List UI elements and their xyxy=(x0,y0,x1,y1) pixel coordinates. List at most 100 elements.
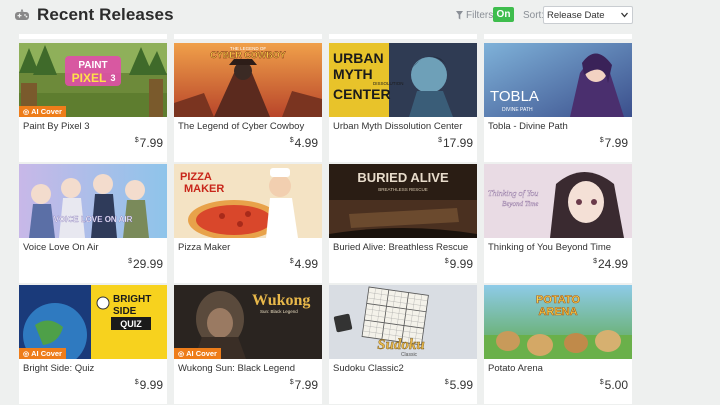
cover-text: Classic xyxy=(401,352,418,358)
game-cover: Thinking of You Beyond Time xyxy=(484,164,632,238)
game-title: Potato Arena xyxy=(488,363,543,374)
cover-text: PAINT xyxy=(78,60,107,71)
cover-text: QUIZ xyxy=(120,319,142,329)
game-price: $7.99 xyxy=(600,136,628,150)
game-price: $5.00 xyxy=(600,378,628,392)
cover-art-voice-love: VOICE LOVE ON AIR xyxy=(19,164,167,238)
game-cover: VOICE LOVE ON AIR xyxy=(19,164,167,238)
chevron-down-icon xyxy=(621,12,628,18)
game-price: $9.99 xyxy=(445,257,473,271)
filters-label-group[interactable]: Filters: xyxy=(456,7,496,23)
game-card[interactable]: PIZZA MAKER Pizza Maker $4.99 xyxy=(174,164,322,283)
game-price: $4.99 xyxy=(290,136,318,150)
cover-text: PIZZA xyxy=(180,171,212,183)
price-value: 24.99 xyxy=(597,257,628,271)
currency-symbol: $ xyxy=(599,379,604,386)
currency-symbol: $ xyxy=(134,379,139,386)
filters-toggle[interactable]: On xyxy=(493,7,514,22)
game-price: $5.99 xyxy=(445,378,473,392)
game-card[interactable]: BURIED ALIVE BREATHLESS RESCUE Buried Al… xyxy=(329,164,477,283)
sort-selected-value: Release Date xyxy=(547,10,605,21)
game-title: Tobla - Divine Path xyxy=(488,121,568,132)
game-price: $24.99 xyxy=(593,257,628,271)
price-value: 9.99 xyxy=(449,257,473,271)
price-value: 7.99 xyxy=(139,136,163,150)
filter-icon xyxy=(456,10,463,19)
filters-label: Filters: xyxy=(466,9,496,21)
game-card[interactable]: Thinking of You Beyond Time Thinking of … xyxy=(484,164,632,283)
game-cover: TOBLA DIVINE PATH xyxy=(484,43,632,117)
sort-select[interactable]: Release Date xyxy=(543,6,633,24)
sort-label: Sort: xyxy=(523,10,545,21)
game-title: Voice Love On Air xyxy=(23,242,99,253)
cover-text: TOBLA xyxy=(490,88,539,105)
game-cover: BURIED ALIVE BREATHLESS RESCUE xyxy=(329,164,477,238)
game-price: $4.99 xyxy=(290,257,318,271)
currency-symbol: $ xyxy=(599,137,604,144)
cover-art-thinking-of-you: Thinking of You Beyond Time xyxy=(484,164,632,238)
cover-text: Sudoku xyxy=(377,337,425,353)
ai-cover-badge: AI Cover xyxy=(174,348,221,359)
previous-row-card xyxy=(174,34,322,39)
currency-symbol: $ xyxy=(289,137,294,144)
game-cover: PAINT PIXEL 3 AI Cover xyxy=(19,43,167,117)
currency-symbol: $ xyxy=(444,379,449,386)
cover-text: Sun: Black Legend xyxy=(260,309,298,314)
cover-text: BREATHLESS RESCUE xyxy=(378,187,427,192)
game-price: $9.99 xyxy=(135,378,163,392)
cover-text: CENTER xyxy=(333,86,391,102)
game-title: Sudoku Classic2 xyxy=(333,363,404,374)
game-cover: URBAN MYTH DISSOLUTION CENTER xyxy=(329,43,477,117)
game-title: Pizza Maker xyxy=(178,242,231,253)
cover-art-pizza-maker: PIZZA MAKER xyxy=(174,164,322,238)
currency-symbol: $ xyxy=(128,258,132,265)
game-cover: PIZZA MAKER xyxy=(174,164,322,238)
game-title: Bright Side: Quiz xyxy=(23,363,95,374)
currency-symbol: $ xyxy=(134,137,139,144)
currency-symbol: $ xyxy=(438,137,442,144)
game-card[interactable]: URBAN MYTH DISSOLUTION CENTER Urban Myth… xyxy=(329,43,477,162)
game-title: Thinking of You Beyond Time xyxy=(488,242,612,253)
game-price: $29.99 xyxy=(128,257,163,271)
game-title: Paint By Pixel 3 xyxy=(23,121,90,132)
page-title: Recent Releases xyxy=(37,5,174,24)
cover-art-potato-arena: POTATO ARENA xyxy=(484,285,632,359)
cover-text: DIVINE PATH xyxy=(502,107,533,113)
game-card[interactable]: POTATO ARENA Potato Arena $5.00 xyxy=(484,285,632,404)
cover-text: Wukong xyxy=(252,292,310,309)
price-value: 4.99 xyxy=(294,257,318,271)
currency-symbol: $ xyxy=(444,258,449,265)
cover-text: URBAN xyxy=(333,50,384,66)
currency-symbol: $ xyxy=(593,258,597,265)
game-title: The Legend of Cyber Cowboy xyxy=(178,121,305,132)
game-card[interactable]: Sudoku Classic Sudoku Classic2 $5.99 xyxy=(329,285,477,404)
price-value: 5.00 xyxy=(604,378,628,392)
game-card[interactable]: THE LEGEND OF CYBER COWBOY The Legend of… xyxy=(174,43,322,162)
game-card[interactable]: Wukong Sun: Black Legend AI Cover Wukong… xyxy=(174,285,322,404)
game-card[interactable]: BRIGHT SIDE QUIZ AI Cover Bright Side: Q… xyxy=(19,285,167,404)
game-cover: POTATO ARENA xyxy=(484,285,632,359)
previous-row-card xyxy=(19,34,167,39)
cover-text: VOICE LOVE ON AIR xyxy=(54,215,133,224)
currency-symbol: $ xyxy=(289,258,294,265)
game-card[interactable]: VOICE LOVE ON AIR Voice Love On Air $29.… xyxy=(19,164,167,283)
cover-text: ARENA xyxy=(538,306,577,318)
game-cover: BRIGHT SIDE QUIZ AI Cover xyxy=(19,285,167,359)
game-price: $7.99 xyxy=(135,136,163,150)
cover-text: PIXEL xyxy=(72,71,107,85)
game-price: $7.99 xyxy=(290,378,318,392)
cover-art-urban-myth: URBAN MYTH DISSOLUTION CENTER xyxy=(329,43,477,117)
cover-text: CYBER COWBOY xyxy=(210,50,286,60)
cover-text: Thinking of You xyxy=(488,189,538,198)
price-value: 4.99 xyxy=(294,136,318,150)
game-card[interactable]: TOBLA DIVINE PATH Tobla - Divine Path $7… xyxy=(484,43,632,162)
cover-text: 3 xyxy=(110,73,115,83)
game-title: Urban Myth Dissolution Center xyxy=(333,121,463,132)
currency-symbol: $ xyxy=(289,379,294,386)
game-cover: THE LEGEND OF CYBER COWBOY xyxy=(174,43,322,117)
cover-text: SIDE xyxy=(113,306,137,317)
game-title: Wukong Sun: Black Legend xyxy=(178,363,296,374)
previous-row-card xyxy=(484,34,632,39)
game-card[interactable]: PAINT PIXEL 3 AI Cover Paint By Pixel 3 … xyxy=(19,43,167,162)
game-price: $17.99 xyxy=(438,136,473,150)
